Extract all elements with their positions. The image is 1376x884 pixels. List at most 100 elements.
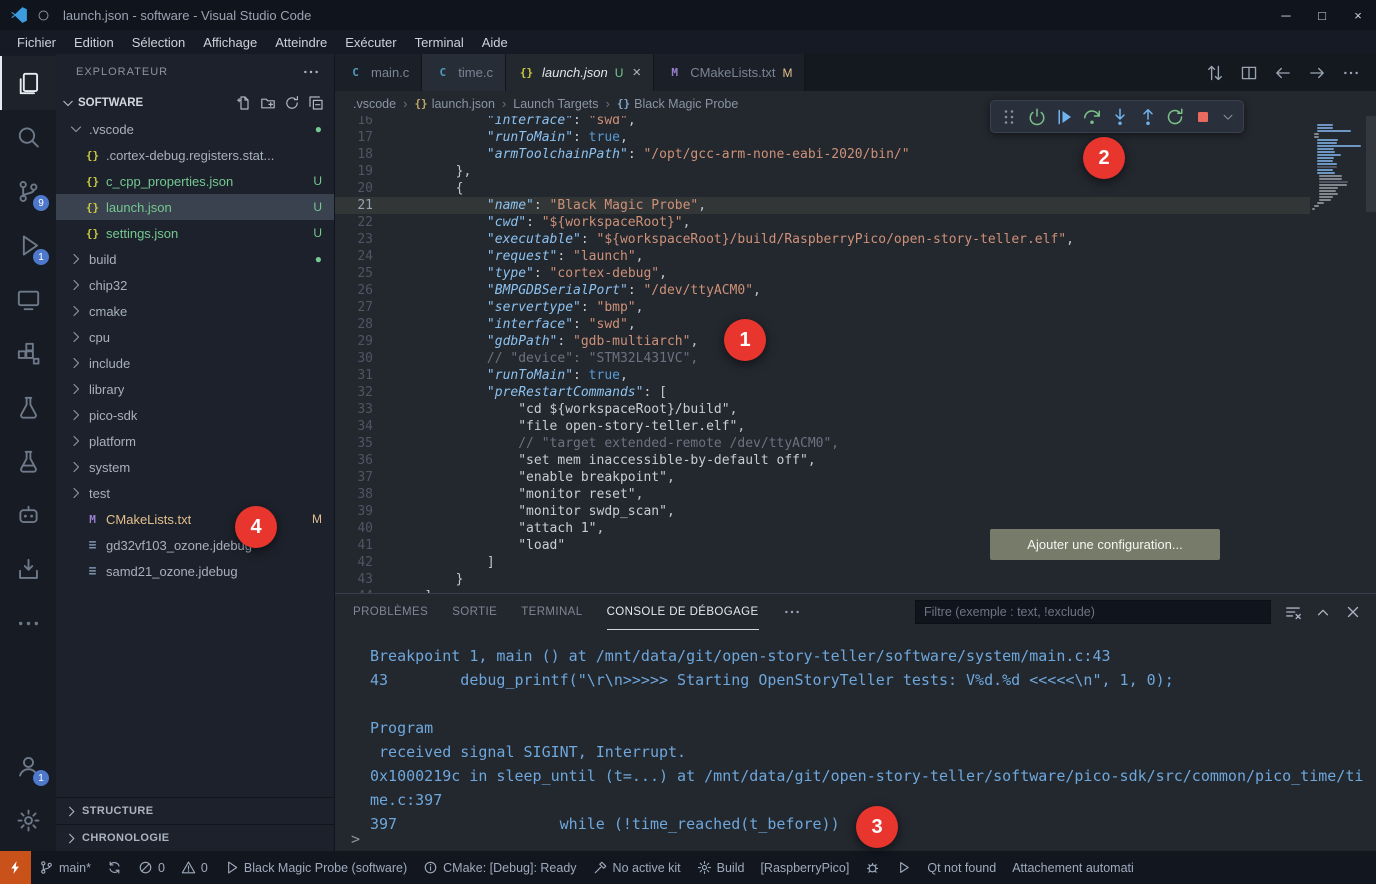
sidebar-section-chronologie[interactable]: CHRONOLOGIE	[56, 824, 334, 851]
status-build-target[interactable]: [RaspberryPico]	[752, 851, 857, 884]
status-run-action[interactable]	[888, 851, 919, 884]
tab-main-c[interactable]: Cmain.c	[335, 54, 422, 91]
split-editor-icon[interactable]	[1240, 64, 1258, 82]
add-configuration-button[interactable]: Ajouter une configuration...	[990, 529, 1220, 560]
explorer-item-platform[interactable]: platform	[56, 428, 334, 454]
chevron-up-icon[interactable]	[1314, 603, 1332, 621]
explorer-item-launch-json[interactable]: {}launch.jsonU	[56, 194, 334, 220]
refresh-icon[interactable]	[284, 95, 300, 111]
menu-affichage[interactable]: Affichage	[194, 35, 266, 50]
tab-time-c[interactable]: Ctime.c	[422, 54, 506, 91]
panel-tab-sortie[interactable]: SORTIE	[452, 594, 497, 630]
explorer-item-cmakelists-txt[interactable]: MCMakeLists.txtM	[56, 506, 334, 532]
close-tab-icon[interactable]: ×	[632, 64, 641, 81]
minimize-button[interactable]: ─	[1268, 0, 1304, 30]
panel-tab-console-de-d-bogage[interactable]: CONSOLE DE DÉBOGAGE	[607, 594, 759, 630]
new-file-icon[interactable]	[236, 95, 252, 111]
activity-testing[interactable]	[0, 434, 56, 488]
status-remote-indicator[interactable]	[0, 851, 31, 884]
minimap[interactable]	[1310, 118, 1366, 593]
panel-tab-terminal[interactable]: TERMINAL	[521, 594, 582, 630]
explorer-item-pico-sdk[interactable]: pico-sdk	[56, 402, 334, 428]
status-cmake-status[interactable]: CMake: [Debug]: Ready	[415, 851, 584, 884]
activity-extensions[interactable]	[0, 326, 56, 380]
close-icon[interactable]	[1344, 603, 1362, 621]
ellipsis-icon[interactable]	[1342, 64, 1360, 82]
clear-icon[interactable]	[1284, 603, 1302, 621]
explorer-item-samd21-ozone-jdebug[interactable]: ≡samd21_ozone.jdebug	[56, 558, 334, 584]
explorer-item-gd32vf103-ozone-jdebug[interactable]: ≡gd32vf103_ozone.jdebug	[56, 532, 334, 558]
explorer-item-cpu[interactable]: cpu	[56, 324, 334, 350]
status-errors[interactable]: 0	[130, 851, 173, 884]
activity-source-control[interactable]: 9	[0, 164, 56, 218]
chevron-down-icon[interactable]	[1221, 110, 1235, 124]
power-icon[interactable]	[1027, 107, 1047, 127]
status-cmake-build[interactable]: Build	[689, 851, 753, 884]
debug-filter-input[interactable]	[915, 600, 1271, 624]
status-cmake-kit[interactable]: No active kit	[585, 851, 689, 884]
activity-test[interactable]	[0, 380, 56, 434]
menu-aide[interactable]: Aide	[473, 35, 517, 50]
explorer-item-c-cpp-properties-json[interactable]: {}c_cpp_properties.jsonU	[56, 168, 334, 194]
activity-search[interactable]	[0, 110, 56, 164]
tab-launch-json[interactable]: {}launch.jsonU×	[506, 54, 654, 91]
maximize-button[interactable]: □	[1304, 0, 1340, 30]
activity-more[interactable]	[0, 596, 56, 650]
activity-accounts[interactable]: 1	[0, 739, 56, 793]
collapse-all-icon[interactable]	[308, 95, 324, 111]
breadcrumb-item-launch-targets[interactable]: Launch Targets	[513, 97, 598, 111]
status-debug-action[interactable]	[857, 851, 888, 884]
activity-settings[interactable]	[0, 793, 56, 847]
code-editor[interactable]: 16 "interface": "swd",17 "runToMain": tr…	[335, 116, 1376, 593]
breadcrumb-item-black-magic-probe[interactable]: {}Black Magic Probe	[617, 97, 738, 111]
activity-packages[interactable]	[0, 542, 56, 596]
status-auto-attach[interactable]: Attachement automati	[1004, 851, 1142, 884]
menu-edition[interactable]: Edition	[65, 35, 123, 50]
restart-icon[interactable]	[1165, 107, 1185, 127]
activity-cmake[interactable]	[0, 488, 56, 542]
step-out-icon[interactable]	[1138, 107, 1158, 127]
explorer-section-software[interactable]: SOFTWARE	[56, 89, 334, 116]
explorer-item-vscode[interactable]: .vscode●	[56, 116, 334, 142]
menu-fichier[interactable]: Fichier	[8, 35, 65, 50]
menu-atteindre[interactable]: Atteindre	[266, 35, 336, 50]
explorer-item-include[interactable]: include	[56, 350, 334, 376]
status-sync[interactable]	[99, 851, 130, 884]
compare-icon[interactable]	[1206, 64, 1224, 82]
explorer-item-chip32[interactable]: chip32	[56, 272, 334, 298]
stop-icon[interactable]	[1193, 107, 1213, 127]
menu-terminal[interactable]: Terminal	[406, 35, 473, 50]
explorer-item-cmake[interactable]: cmake	[56, 298, 334, 324]
activity-run-debug[interactable]: 1	[0, 218, 56, 272]
new-folder-icon[interactable]	[260, 95, 276, 111]
debug-console-prompt[interactable]: >	[351, 830, 360, 848]
explorer-item-test[interactable]: test	[56, 480, 334, 506]
status-git-branch[interactable]: main*	[31, 851, 99, 884]
step-into-icon[interactable]	[1110, 107, 1130, 127]
explorer-item-system[interactable]: system	[56, 454, 334, 480]
explorer-item-cortex-debug-registers-stat[interactable]: {}.cortex-debug.registers.stat...	[56, 142, 334, 168]
ellipsis-icon[interactable]	[302, 63, 320, 81]
arrow-left-icon[interactable]	[1274, 64, 1292, 82]
scrollbar[interactable]	[1366, 116, 1376, 212]
explorer-item-settings-json[interactable]: {}settings.jsonU	[56, 220, 334, 246]
grip-icon[interactable]	[999, 107, 1019, 127]
arrow-right-icon[interactable]	[1308, 64, 1326, 82]
activity-explorer[interactable]	[0, 56, 56, 110]
close-button[interactable]: ×	[1340, 0, 1376, 30]
panel-tab-probl-mes[interactable]: PROBLÈMES	[353, 594, 428, 630]
explorer-item-library[interactable]: library	[56, 376, 334, 402]
breadcrumb-item-vscode[interactable]: .vscode	[353, 97, 396, 111]
breadcrumb-item-launch-json[interactable]: {}launch.json	[414, 97, 495, 111]
status-qt-status[interactable]: Qt not found	[919, 851, 1004, 884]
ellipsis-icon[interactable]	[783, 603, 801, 621]
menu-s-lection[interactable]: Sélection	[123, 35, 194, 50]
sidebar-section-structure[interactable]: STRUCTURE	[56, 797, 334, 824]
explorer-item-build[interactable]: build●	[56, 246, 334, 272]
menu-ex-cuter[interactable]: Exécuter	[336, 35, 405, 50]
tab-cmakelists-txt[interactable]: MCMakeLists.txtM	[654, 54, 805, 91]
step-over-icon[interactable]	[1082, 107, 1102, 127]
status-debug-config[interactable]: Black Magic Probe (software)	[216, 851, 415, 884]
status-warnings[interactable]: 0	[173, 851, 216, 884]
continue-icon[interactable]	[1054, 107, 1074, 127]
